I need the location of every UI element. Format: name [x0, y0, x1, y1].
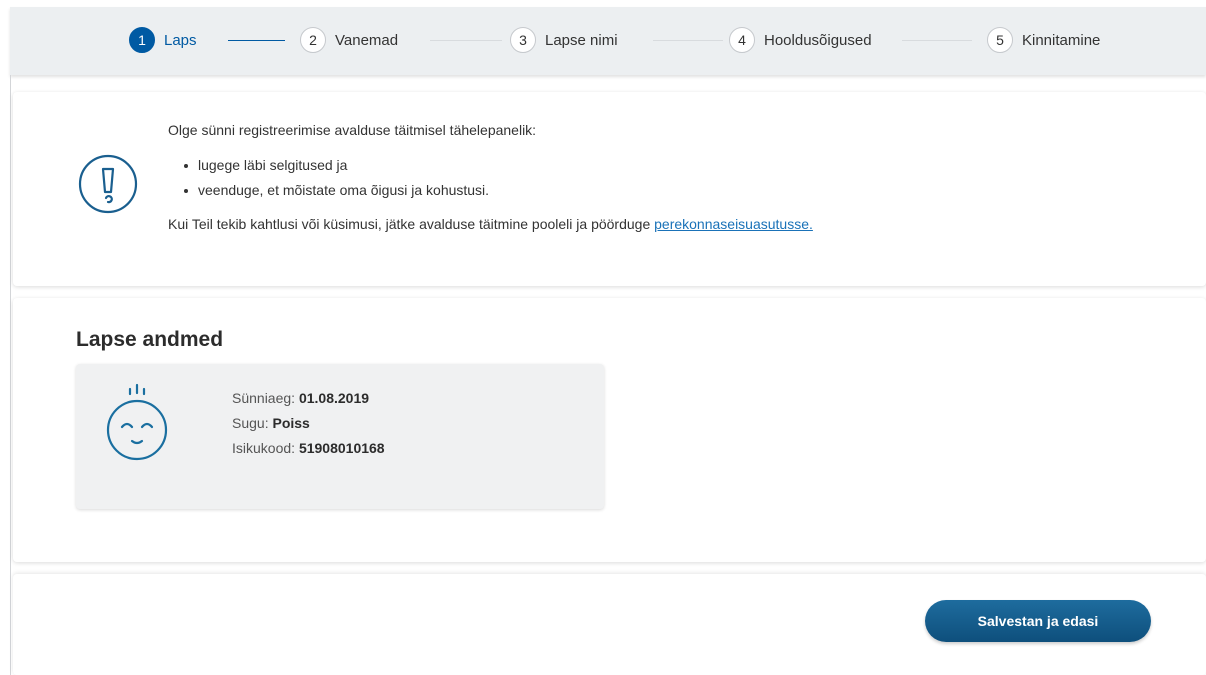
step-kinnitamine[interactable]: 5 Kinnitamine — [987, 27, 1100, 53]
save-and-continue-button[interactable]: Salvestan ja edasi — [925, 600, 1151, 642]
id-code-row: Isikukood: 51908010168 — [232, 436, 385, 461]
step-connector — [902, 40, 972, 41]
notice-intro: Olge sünni registreerimise avalduse täit… — [168, 122, 537, 138]
step-number: 4 — [729, 27, 755, 53]
step-vanemad[interactable]: 2 Vanemad — [300, 27, 398, 53]
section-title: Lapse andmed — [76, 328, 224, 351]
gender-value: Poiss — [272, 415, 310, 431]
step-number: 2 — [300, 27, 326, 53]
notice-list: lugege läbi selgitused ja veenduge, et m… — [184, 157, 813, 207]
id-code-value: 51908010168 — [298, 440, 385, 456]
step-hooldusoigused[interactable]: 4 Hooldusõigused — [729, 27, 872, 53]
child-data-card: Lapse andmed Sünniaeg: 01.08.2019 Sugu: … — [13, 298, 1206, 562]
list-item: veenduge, et mõistate oma õigusi ja kohu… — [184, 182, 813, 207]
actions-card: Salvestan ja edasi — [13, 574, 1206, 675]
step-connector — [228, 40, 285, 41]
step-label: Kinnitamine — [1022, 31, 1101, 49]
step-label: Laps — [164, 31, 197, 49]
step-laps[interactable]: 1 Laps — [129, 27, 197, 53]
list-item: lugege läbi selgitused ja — [184, 157, 813, 182]
step-number: 3 — [510, 27, 536, 53]
child-details: Sünniaeg: 01.08.2019 Sugu: Poiss Isikuko… — [232, 386, 385, 461]
gender-label: Sugu: — [232, 415, 273, 431]
application-page: 1 Laps 2 Vanemad 3 Lapse nimi 4 Hooldusõ… — [0, 0, 1206, 675]
child-info-box: Sünniaeg: 01.08.2019 Sugu: Poiss Isikuko… — [76, 364, 604, 509]
gender-row: Sugu: Poiss — [232, 411, 385, 436]
registry-office-link[interactable]: perekonnaseisuasutusse. — [654, 216, 813, 232]
baby-face-icon — [106, 383, 168, 461]
step-lapse-nimi[interactable]: 3 Lapse nimi — [510, 27, 618, 53]
notice-text: Olge sünni registreerimise avalduse täit… — [168, 122, 813, 233]
notice-footer-text: Kui Teil tekib kahtlusi või küsimusi, jä… — [168, 215, 655, 232]
step-number: 1 — [129, 27, 155, 53]
progress-stepper: 1 Laps 2 Vanemad 3 Lapse nimi 4 Hooldusõ… — [10, 7, 1206, 75]
notice-footer: Kui Teil tekib kahtlusi või küsimusi, jä… — [168, 216, 813, 234]
notice-card: Olge sünni registreerimise avalduse täit… — [13, 92, 1206, 286]
birth-date-row: Sünniaeg: 01.08.2019 — [232, 386, 385, 411]
birth-date-value: 01.08.2019 — [298, 390, 370, 406]
page-border — [10, 75, 11, 675]
step-connector — [430, 40, 502, 41]
step-label: Vanemad — [335, 31, 399, 49]
step-number: 5 — [987, 27, 1013, 53]
step-label: Hooldusõigused — [764, 31, 872, 49]
step-connector — [653, 40, 723, 41]
birth-date-label: Sünniaeg: — [232, 390, 299, 406]
exclamation-circle-icon — [78, 154, 138, 214]
id-code-label: Isikukood: — [232, 440, 299, 456]
step-label: Lapse nimi — [545, 31, 618, 49]
